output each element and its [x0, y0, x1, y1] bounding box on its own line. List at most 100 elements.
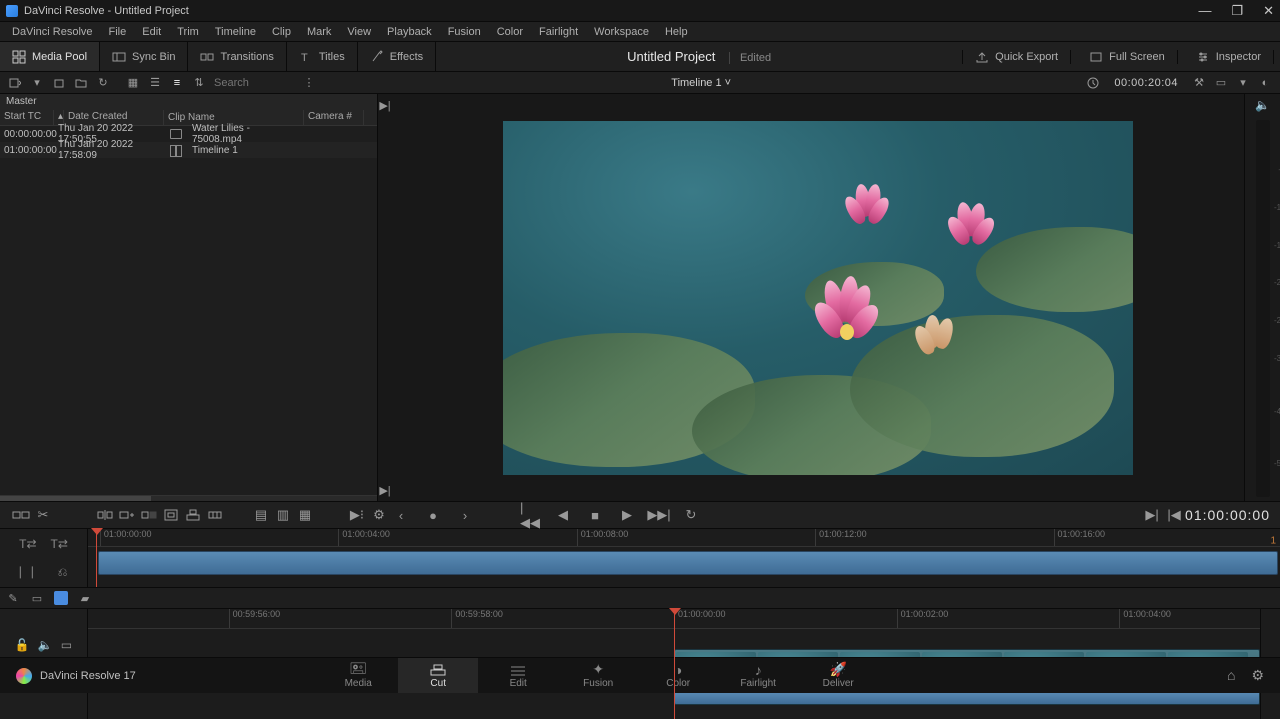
timeline-lock-b-icon[interactable]: T⇄: [51, 537, 68, 551]
source-overwrite-icon[interactable]: [204, 504, 226, 526]
panel-tab-effects[interactable]: Effects: [358, 42, 436, 71]
loop-icon[interactable]: ↻: [680, 504, 702, 526]
next-icon[interactable]: ›: [454, 504, 476, 526]
close-up-icon[interactable]: [160, 504, 182, 526]
sync-icon[interactable]: ↻: [96, 76, 110, 90]
menu-mark[interactable]: Mark: [299, 24, 339, 40]
audio-trim-icon[interactable]: ✎: [6, 591, 20, 605]
overview-track-area[interactable]: 01:00:00:00 01:00:04:00 01:00:08:00 01:0…: [88, 529, 1280, 587]
home-icon[interactable]: ⌂: [1227, 667, 1235, 684]
marker-icon[interactable]: ▭: [30, 591, 44, 605]
menu-color[interactable]: Color: [489, 24, 531, 40]
play-reverse-icon[interactable]: ◀: [552, 504, 574, 526]
panel-tab-titles[interactable]: T Titles: [287, 42, 358, 71]
menu-fusion[interactable]: Fusion: [440, 24, 489, 40]
bypass-icon[interactable]: ◐: [1258, 76, 1272, 90]
cut-icon[interactable]: ▥: [272, 504, 294, 526]
media-row[interactable]: 01:00:00:00 Thu Jan 20 2022 17:58:09 Tim…: [0, 142, 377, 158]
menubar[interactable]: DaVinci Resolve File Edit Trim Timeline …: [0, 22, 1280, 42]
main-playhead[interactable]: [674, 609, 676, 719]
menu-davinci[interactable]: DaVinci Resolve: [4, 24, 101, 40]
overview-clip[interactable]: [98, 551, 1278, 575]
menu-trim[interactable]: Trim: [169, 24, 207, 40]
page-tab-color[interactable]: ◑ Color: [638, 658, 718, 693]
stop-icon[interactable]: ■: [584, 504, 606, 526]
menu-edit[interactable]: Edit: [134, 24, 169, 40]
menu-fairlight[interactable]: Fairlight: [531, 24, 586, 40]
overview-ruler[interactable]: 01:00:00:00 01:00:04:00 01:00:08:00 01:0…: [88, 529, 1280, 547]
bin-breadcrumb[interactable]: Master: [0, 94, 377, 110]
horizontal-scrollbar[interactable]: [0, 495, 377, 501]
go-start-icon[interactable]: |◀◀: [520, 504, 542, 526]
marker-color-chip[interactable]: [54, 591, 68, 605]
timeline-link-icon[interactable]: ⎌: [58, 565, 68, 580]
page-tab-fairlight[interactable]: ♪ Fairlight: [718, 658, 798, 693]
page-tab-cut[interactable]: Cut: [398, 658, 478, 693]
overview-playhead[interactable]: [96, 529, 98, 587]
boring-detector-icon[interactable]: [10, 504, 32, 526]
flag-icon[interactable]: ▰: [78, 591, 92, 605]
sliders-icon[interactable]: ⚙: [368, 504, 390, 526]
split-clip-icon[interactable]: ✂: [32, 504, 54, 526]
window-maximize-button[interactable]: ❐: [1231, 3, 1243, 19]
append-icon[interactable]: [116, 504, 138, 526]
page-tab-media[interactable]: 🖭 Media: [318, 658, 398, 693]
window-close-button[interactable]: ✕: [1263, 3, 1274, 19]
panel-tab-mediapool[interactable]: Media Pool: [0, 42, 100, 71]
dissolve-icon[interactable]: ▤: [250, 504, 272, 526]
import-media-icon[interactable]: [8, 76, 22, 90]
marker-dot-icon[interactable]: ●: [422, 504, 444, 526]
viewer-timecode[interactable]: 01:00:00:00: [1185, 507, 1270, 523]
page-tab-fusion[interactable]: ✦ Fusion: [558, 658, 638, 693]
play-icon[interactable]: ▶: [616, 504, 638, 526]
tc-icon[interactable]: [1086, 76, 1100, 90]
track-lock-icon[interactable]: 🔓: [15, 638, 30, 652]
timeline-selector[interactable]: Timeline 1 ˅: [324, 77, 1078, 89]
page-tab-edit[interactable]: Edit: [478, 658, 558, 693]
jump-end-icon[interactable]: ▶|: [378, 483, 392, 497]
inspector-button[interactable]: Inspector: [1184, 50, 1274, 64]
speaker-icon[interactable]: 🔈: [1255, 98, 1270, 112]
smart-insert-icon[interactable]: [94, 504, 116, 526]
smooth-cut-icon[interactable]: ▦: [294, 504, 316, 526]
track-audio-icon[interactable]: 🔈: [38, 638, 53, 652]
menu-playback[interactable]: Playback: [379, 24, 440, 40]
prev-icon[interactable]: ‹: [390, 504, 412, 526]
jump-next-edit-icon[interactable]: ▶|: [378, 98, 392, 112]
prev-clip-icon[interactable]: |◀: [1163, 504, 1185, 526]
sort-icon[interactable]: ⇅: [192, 76, 206, 90]
menu-view[interactable]: View: [339, 24, 379, 40]
col-header-start-tc[interactable]: Start TC: [0, 110, 54, 125]
next-clip-icon[interactable]: ▶|: [1141, 504, 1163, 526]
full-screen-button[interactable]: Full Screen: [1077, 50, 1178, 64]
folder-icon[interactable]: [74, 76, 88, 90]
ripple-overwrite-icon[interactable]: [138, 504, 160, 526]
view-list-icon[interactable]: ≡: [170, 76, 184, 90]
place-on-top-icon[interactable]: [182, 504, 204, 526]
menu-file[interactable]: File: [101, 24, 135, 40]
menu-workspace[interactable]: Workspace: [586, 24, 657, 40]
tools-icon[interactable]: ⚒: [1192, 76, 1206, 90]
timeline-lock-a-icon[interactable]: T⇄: [19, 537, 36, 551]
source-timecode[interactable]: 00:00:20:04: [1108, 77, 1184, 89]
window-minimize-button[interactable]: —: [1198, 3, 1211, 19]
panel-tab-syncbin[interactable]: Sync Bin: [100, 42, 188, 71]
quick-export-button[interactable]: Quick Export: [962, 50, 1071, 64]
menu-timeline[interactable]: Timeline: [207, 24, 264, 40]
chevron-down-icon[interactable]: ▾: [30, 76, 44, 90]
safe-area-icon[interactable]: ▭: [1214, 76, 1228, 90]
menu-help[interactable]: Help: [657, 24, 696, 40]
page-tab-deliver[interactable]: 🚀 Deliver: [798, 658, 878, 693]
viewer-canvas[interactable]: [503, 121, 1133, 475]
view-strip-icon[interactable]: ☰: [148, 76, 162, 90]
timeline-snap-icon[interactable]: ⎸⎸: [20, 565, 44, 580]
view-thumb-icon[interactable]: ▦: [126, 76, 140, 90]
project-settings-icon[interactable]: ⚙: [1251, 667, 1264, 684]
bin-icon[interactable]: [52, 76, 66, 90]
panel-tab-transitions[interactable]: Transitions: [188, 42, 286, 71]
search-input[interactable]: [214, 77, 294, 89]
filter-icon[interactable]: ⋮: [302, 76, 316, 90]
tools-control-icon[interactable]: ▶⁝: [346, 504, 368, 526]
track-video-icon[interactable]: ▭: [61, 638, 72, 652]
menu-clip[interactable]: Clip: [264, 24, 299, 40]
